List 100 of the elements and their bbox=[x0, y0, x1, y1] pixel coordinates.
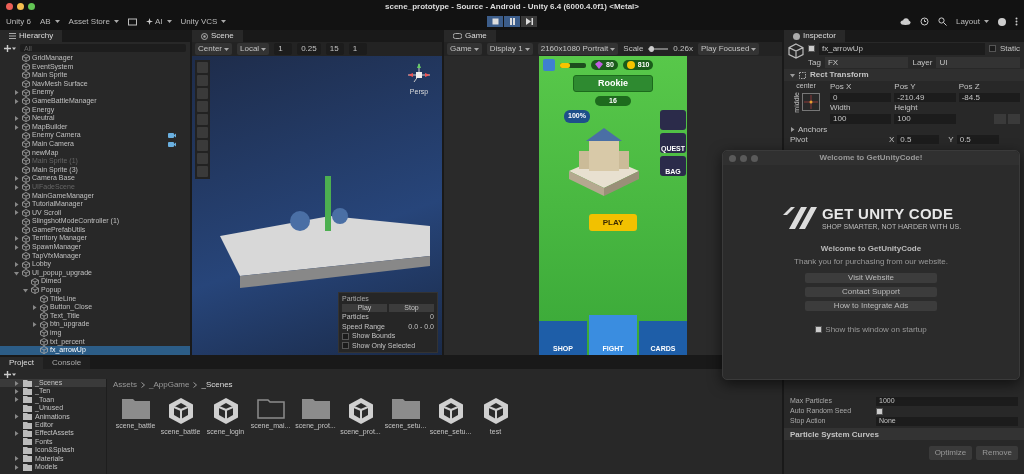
cube-icon[interactable] bbox=[167, 397, 194, 425]
resolution-dropdown[interactable]: 2160x1080 Portrait bbox=[537, 43, 619, 55]
grid-size-field[interactable]: 1 bbox=[274, 43, 293, 55]
folder-icon[interactable] bbox=[391, 397, 420, 419]
expand-arrow-icon[interactable] bbox=[32, 305, 37, 310]
package-icon[interactable] bbox=[127, 17, 137, 26]
tag-dropdown[interactable]: FX bbox=[824, 56, 909, 69]
cube-icon[interactable] bbox=[437, 397, 464, 425]
rank-banner: Rookie bbox=[573, 75, 653, 92]
breadcrumb-link[interactable]: Assets bbox=[113, 380, 137, 390]
breadcrumb-link[interactable]: _AppGame bbox=[149, 380, 190, 390]
help-icon[interactable] bbox=[998, 17, 1006, 26]
dialog-button[interactable]: How to Integrate Ads bbox=[805, 300, 937, 311]
object-name-field[interactable]: fx_arrowUp bbox=[819, 43, 985, 55]
cube-icon[interactable] bbox=[482, 397, 509, 425]
cloud-icon[interactable] bbox=[899, 18, 911, 25]
unity-account-button[interactable]: Unity 6 bbox=[6, 16, 31, 27]
rect-transform-icon bbox=[799, 71, 806, 79]
cube-icon[interactable] bbox=[347, 397, 374, 425]
maximize-window-icon[interactable] bbox=[28, 3, 35, 10]
space-dropdown[interactable]: Local bbox=[237, 43, 270, 55]
stop-icon bbox=[491, 18, 499, 25]
expand-arrow-icon[interactable] bbox=[14, 431, 19, 437]
component-header[interactable]: Rect Transform bbox=[784, 69, 1024, 82]
play-button[interactable]: PLAY bbox=[588, 213, 638, 232]
history-icon[interactable] bbox=[919, 17, 929, 26]
version-control-dropdown[interactable]: Unity VCS bbox=[180, 16, 227, 27]
pause-button[interactable] bbox=[504, 16, 520, 27]
active-checkbox[interactable] bbox=[808, 45, 815, 53]
ai-dropdown[interactable]: AI bbox=[145, 16, 172, 27]
field-label: Width bbox=[830, 103, 852, 113]
window-title: scene_prototype - Source - Android - Unity 6.4 (6000.4.0f1) <Metal> bbox=[384, 1, 640, 12]
play-mode-dropdown[interactable]: Play Focused bbox=[697, 43, 760, 55]
coin-icon bbox=[626, 61, 635, 69]
anchors-foldout[interactable]: Anchors bbox=[784, 124, 1024, 135]
pivot-y-field[interactable]: 0.5 bbox=[956, 134, 999, 145]
field-label: Height bbox=[894, 103, 919, 113]
angle-snap-field[interactable]: 15 bbox=[325, 43, 344, 55]
display-dropdown[interactable]: Display 1 bbox=[486, 43, 533, 55]
scale-label: Scale bbox=[623, 44, 644, 54]
search-icon[interactable] bbox=[937, 17, 947, 26]
add-icon[interactable] bbox=[4, 370, 16, 378]
checkbox[interactable] bbox=[342, 332, 349, 340]
number-field[interactable]: 0 bbox=[830, 92, 892, 103]
logo-text: GET UNITY CODE bbox=[821, 205, 955, 223]
layout-dropdown[interactable]: Layout bbox=[955, 16, 989, 27]
scale-snap-field[interactable]: 1 bbox=[348, 43, 367, 55]
anchor-preset-icon[interactable] bbox=[801, 92, 820, 111]
layer-dropdown[interactable]: UI bbox=[936, 56, 1020, 69]
breadcrumb-link[interactable]: _Scenes bbox=[201, 380, 233, 390]
folder-icon[interactable] bbox=[121, 397, 150, 419]
folder-icon[interactable] bbox=[301, 397, 330, 419]
stop-button[interactable] bbox=[487, 16, 503, 27]
axis-label: X bbox=[889, 134, 895, 145]
more-icon[interactable] bbox=[1015, 17, 1018, 26]
static-checkbox[interactable] bbox=[989, 45, 996, 53]
panel-tab[interactable]: Console bbox=[42, 357, 91, 369]
game-tab[interactable]: Game bbox=[444, 30, 496, 42]
add-icon[interactable] bbox=[4, 44, 16, 52]
expand-arrow-icon[interactable] bbox=[790, 72, 795, 78]
step-button[interactable] bbox=[521, 16, 537, 27]
dialog-button[interactable]: Contact Support bbox=[805, 286, 937, 297]
folder-outline-icon[interactable] bbox=[256, 397, 285, 419]
slider-thumb[interactable] bbox=[649, 46, 655, 52]
hierarchy-tab[interactable]: Hierarchy bbox=[0, 30, 63, 42]
expand-arrow-icon[interactable] bbox=[32, 322, 37, 328]
inspector-tab[interactable]: Inspector bbox=[784, 30, 845, 42]
minimize-window-icon[interactable] bbox=[17, 3, 24, 10]
close-window-icon[interactable] bbox=[6, 3, 13, 10]
snap-field[interactable]: 0.25 bbox=[297, 43, 321, 55]
expand-arrow-icon[interactable] bbox=[23, 287, 28, 293]
expand-arrow-icon[interactable] bbox=[14, 414, 19, 420]
number-field[interactable]: -84.5 bbox=[958, 92, 1020, 103]
cube-icon[interactable] bbox=[212, 397, 239, 425]
pivot-x-field[interactable]: 0.5 bbox=[897, 134, 940, 145]
action-button[interactable]: Optimize bbox=[928, 446, 973, 460]
chevron-icon bbox=[193, 382, 198, 388]
tag-label: Tag bbox=[808, 57, 821, 68]
section-header[interactable]: Particle System Curves bbox=[784, 428, 1024, 441]
checkbox[interactable] bbox=[342, 342, 349, 350]
asset-store-dropdown[interactable]: Asset Store bbox=[68, 16, 119, 27]
caret-icon bbox=[984, 20, 989, 23]
caret-icon bbox=[261, 47, 267, 51]
side-menu-button[interactable] bbox=[660, 110, 686, 131]
dialog-button[interactable]: Visit Website bbox=[805, 272, 937, 283]
scene-icon bbox=[201, 32, 208, 40]
panel-tab[interactable]: Project bbox=[0, 357, 43, 369]
number-field[interactable]: 100 bbox=[894, 113, 956, 124]
checkbox[interactable] bbox=[876, 407, 883, 415]
pause-icon bbox=[508, 18, 516, 25]
dialog-title: Welcome to GetUnityCode! bbox=[818, 153, 924, 163]
pivot-dropdown[interactable]: Center bbox=[195, 43, 232, 55]
scene-tab[interactable]: Scene bbox=[192, 30, 243, 42]
game-mode-dropdown[interactable]: Game bbox=[447, 43, 482, 55]
number-field[interactable]: -210.49 bbox=[894, 92, 956, 103]
expand-arrow-icon[interactable] bbox=[790, 127, 795, 133]
startup-checkbox[interactable] bbox=[815, 325, 823, 333]
action-button[interactable]: Remove bbox=[976, 446, 1018, 460]
number-field[interactable]: 100 bbox=[830, 113, 892, 124]
account-dropdown[interactable]: AB bbox=[39, 16, 60, 27]
